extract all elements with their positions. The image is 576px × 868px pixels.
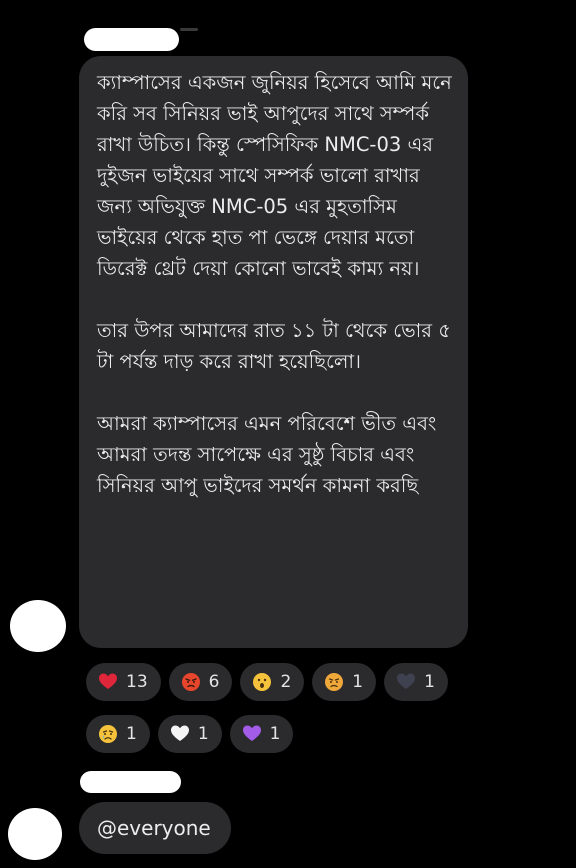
mention-everyone[interactable]: @everyone bbox=[97, 816, 211, 840]
reaction-surprised-face[interactable]: 2 bbox=[240, 663, 305, 701]
reaction-frowning-face[interactable]: 1 bbox=[312, 663, 377, 701]
reaction-count: 1 bbox=[269, 724, 281, 744]
redacted-sender-name-2 bbox=[80, 771, 181, 793]
reaction-count: 13 bbox=[126, 672, 148, 692]
redacted-avatar-2[interactable] bbox=[8, 808, 62, 860]
reaction-count: 6 bbox=[208, 672, 220, 692]
reaction-count: 1 bbox=[126, 724, 137, 744]
black-heart-icon bbox=[397, 673, 416, 689]
reaction-count: 2 bbox=[280, 672, 292, 692]
reactions-row-1: 13 6 2 1 1 bbox=[86, 663, 448, 701]
purple-heart-icon bbox=[242, 725, 261, 741]
reaction-crying-face[interactable]: 1 bbox=[86, 715, 150, 753]
white-heart-icon bbox=[170, 725, 189, 741]
reply-bubble: @everyone bbox=[79, 802, 231, 854]
sender-name-dots bbox=[180, 28, 198, 31]
reactions-row-2: 1 1 1 bbox=[86, 715, 294, 753]
message-paragraph-2: তার উপর আমাদের রাত ১১ টা থেকে ভোর ৫ টা প… bbox=[97, 319, 451, 373]
reaction-count: 1 bbox=[197, 724, 209, 744]
reaction-white-heart[interactable]: 1 bbox=[157, 715, 222, 753]
reaction-red-heart[interactable]: 13 bbox=[86, 663, 161, 701]
message-paragraph-3: আমরা ক্যাম্পাসের এমন পরিবেশে ভীত এবং আমর… bbox=[97, 412, 437, 497]
reaction-count: 1 bbox=[352, 672, 364, 692]
redacted-avatar[interactable] bbox=[10, 600, 66, 652]
red-heart-icon bbox=[99, 673, 117, 689]
frowning-face-icon bbox=[325, 673, 344, 691]
reaction-angry-face[interactable]: 6 bbox=[168, 663, 233, 701]
message-bubble: ক্যাম্পাসের একজন জুনিয়র হিসেবে আমি মনে … bbox=[79, 56, 468, 648]
crying-face-icon bbox=[99, 725, 117, 743]
redacted-sender-name bbox=[84, 28, 179, 51]
reaction-count: 1 bbox=[424, 672, 435, 692]
reaction-purple-heart[interactable]: 1 bbox=[229, 715, 294, 753]
message-paragraph-1: ক্যাম্পাসের একজন জুনিয়র হিসেবে আমি মনে … bbox=[97, 71, 452, 280]
reaction-black-heart[interactable]: 1 bbox=[384, 663, 448, 701]
surprised-face-icon bbox=[253, 673, 272, 691]
angry-face-icon bbox=[181, 673, 200, 691]
